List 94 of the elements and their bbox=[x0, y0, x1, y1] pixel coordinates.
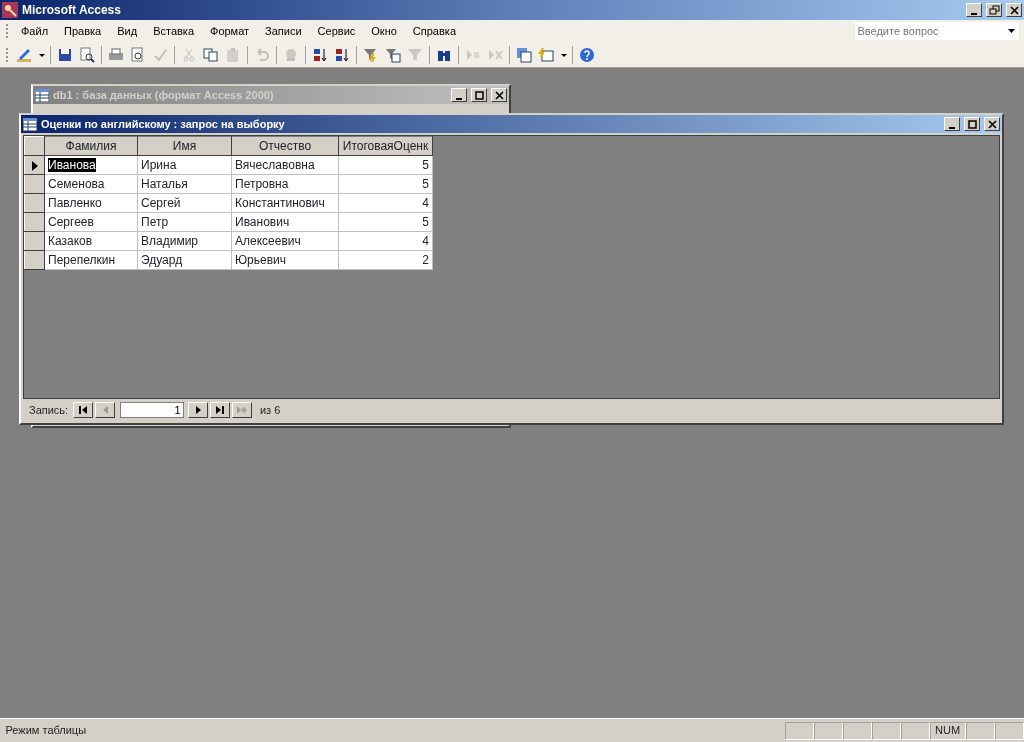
next-record-button[interactable] bbox=[188, 402, 209, 418]
database-window-icon[interactable] bbox=[516, 46, 532, 63]
table-cell: Павленко bbox=[44, 193, 138, 213]
last-record-icon bbox=[215, 405, 226, 415]
new-record-icon bbox=[237, 405, 248, 415]
document-magnifier-icon[interactable] bbox=[79, 46, 95, 63]
table-cell: 4 bbox=[338, 193, 433, 213]
menu-item[interactable]: Сервис bbox=[309, 20, 364, 42]
maximize-button[interactable] bbox=[964, 117, 980, 131]
printer-icon[interactable] bbox=[108, 46, 124, 63]
menu-item[interactable]: Файл bbox=[13, 20, 57, 42]
column-header[interactable]: Отчество bbox=[231, 136, 339, 156]
last-record-button[interactable] bbox=[210, 402, 231, 418]
menu-item[interactable]: Правка bbox=[56, 20, 110, 42]
minimize-icon bbox=[949, 126, 955, 129]
menu-item[interactable]: Записи bbox=[257, 20, 310, 42]
status-panel bbox=[966, 721, 995, 740]
funnel-form-icon[interactable] bbox=[385, 46, 401, 63]
table-cell: 5 bbox=[338, 174, 433, 194]
table-cell: Петр bbox=[137, 212, 232, 232]
record-count: из 6 bbox=[259, 402, 281, 418]
close-button[interactable] bbox=[984, 117, 1000, 131]
status-panel bbox=[995, 721, 1024, 740]
record-number-field[interactable]: 1 bbox=[119, 402, 184, 418]
close-icon bbox=[1008, 4, 1020, 16]
restore-icon bbox=[988, 4, 1000, 16]
status-indicator: NUM bbox=[930, 721, 966, 740]
help-icon[interactable] bbox=[579, 46, 595, 63]
column-header[interactable]: Фамилия bbox=[44, 136, 138, 156]
corner-selector[interactable] bbox=[24, 136, 45, 156]
table-cell: 5 bbox=[338, 212, 433, 232]
menu-item[interactable]: Вид bbox=[109, 20, 146, 42]
sort-descending-icon[interactable] bbox=[334, 46, 350, 63]
minimize-button[interactable] bbox=[966, 3, 982, 17]
key-icon bbox=[2, 2, 18, 18]
table-cell: Наталья bbox=[137, 174, 232, 194]
menu-item[interactable]: Формат bbox=[202, 20, 258, 42]
first-record-button[interactable] bbox=[72, 402, 93, 418]
minimize-button[interactable] bbox=[451, 88, 467, 102]
table-cell: Ирина bbox=[137, 155, 232, 175]
status-text: Режим таблицы bbox=[4, 723, 88, 739]
table-window-icon bbox=[23, 117, 37, 131]
menu-item[interactable]: Справка bbox=[404, 20, 464, 42]
menu-item[interactable]: Окно bbox=[363, 20, 405, 42]
column-header[interactable]: Имя bbox=[137, 136, 232, 156]
table-cell: 5 bbox=[338, 155, 433, 175]
menu-item[interactable]: Вставка bbox=[145, 20, 202, 42]
status-panel bbox=[872, 721, 901, 740]
maximize-button[interactable] bbox=[471, 88, 487, 102]
record-label: Запись: bbox=[29, 402, 69, 418]
table-cell: 2 bbox=[338, 250, 433, 270]
table-cell: Иванович bbox=[231, 212, 339, 232]
table-cell: Казаков bbox=[44, 231, 138, 251]
current-record-arrow-icon bbox=[31, 160, 39, 171]
dropdown-arrow-icon bbox=[1008, 29, 1015, 33]
maximize-icon bbox=[966, 118, 978, 130]
minimize-button[interactable] bbox=[944, 117, 960, 131]
first-record-icon bbox=[77, 405, 88, 415]
status-panel bbox=[785, 721, 814, 740]
close-button[interactable] bbox=[1006, 3, 1022, 17]
help-question-field[interactable]: Введите вопрос bbox=[854, 22, 1005, 40]
status-panel bbox=[814, 721, 843, 740]
copy-icon[interactable] bbox=[203, 46, 219, 63]
restore-button[interactable] bbox=[986, 3, 1002, 17]
table-cell: Сергей bbox=[137, 193, 232, 213]
table-cell: Вячеславовна bbox=[231, 155, 339, 175]
table-cell: 4 bbox=[338, 231, 433, 251]
table-cell: Сергеев bbox=[44, 212, 138, 232]
table-cell: Семенова bbox=[44, 174, 138, 194]
page-magnifier-icon[interactable] bbox=[130, 46, 146, 63]
table-cell: Алексеевич bbox=[231, 231, 339, 251]
status-panel bbox=[901, 721, 930, 740]
ruler-pencil-icon[interactable] bbox=[16, 46, 32, 63]
minimize-icon bbox=[971, 12, 977, 15]
table-cell: Петровна bbox=[231, 174, 339, 194]
table-cell: Юрьевич bbox=[231, 250, 339, 270]
table-cell: Иванова bbox=[44, 155, 138, 175]
app-title: Microsoft Access bbox=[22, 2, 121, 19]
column-header[interactable]: ИтоговаяОценк bbox=[338, 136, 433, 156]
sort-ascending-icon[interactable] bbox=[312, 46, 328, 63]
maximize-icon bbox=[473, 89, 485, 101]
funnel-lightning-icon[interactable] bbox=[363, 46, 379, 63]
close-icon bbox=[493, 89, 505, 101]
table-cell: Константинович bbox=[231, 193, 339, 213]
window-title: db1 : база данных (формат Access 2000) bbox=[53, 87, 274, 103]
close-button[interactable] bbox=[491, 88, 507, 102]
table-cell: Перепелкин bbox=[44, 250, 138, 270]
status-panel bbox=[843, 721, 872, 740]
window-title: Оценки по английскому : запрос на выборку bbox=[41, 116, 285, 132]
table-window-icon bbox=[35, 88, 49, 102]
table-cell: Владимир bbox=[137, 231, 232, 251]
minimize-icon bbox=[456, 97, 462, 100]
table-cell: Эдуард bbox=[137, 250, 232, 270]
close-icon bbox=[986, 118, 998, 130]
